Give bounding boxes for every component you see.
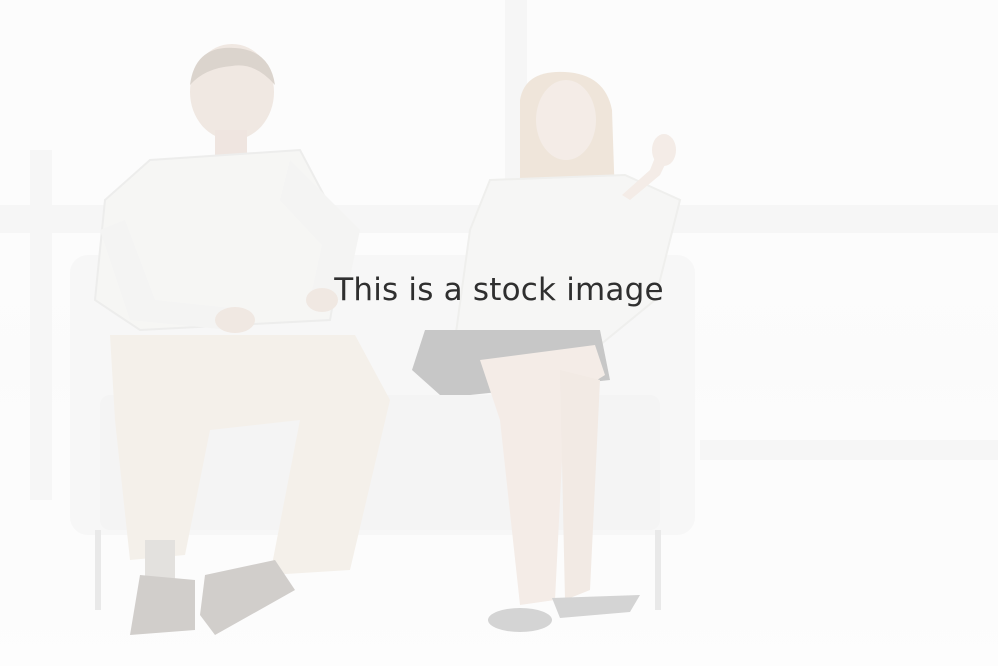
stock-image-caption: This is a stock image: [334, 272, 664, 308]
stock-photo-scene: This is a stock image: [0, 0, 998, 666]
fade-overlay: [0, 0, 998, 666]
photo-illustration: [0, 0, 998, 666]
